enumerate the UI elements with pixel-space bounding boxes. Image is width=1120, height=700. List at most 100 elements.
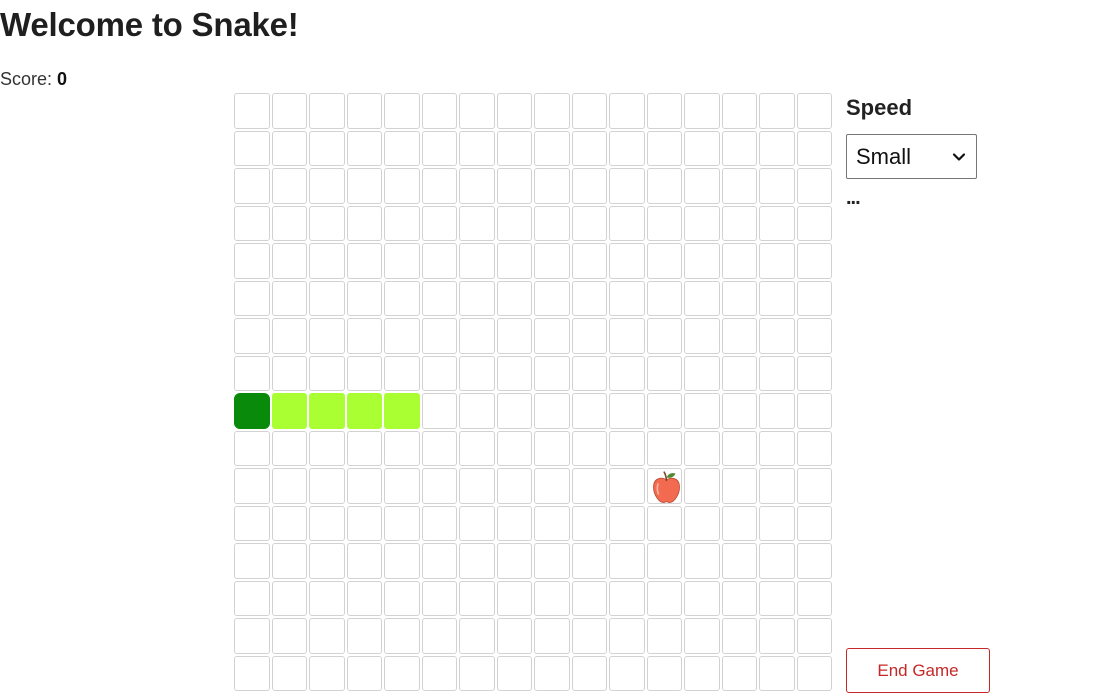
board-cell (571, 543, 607, 579)
board-cell (721, 543, 757, 579)
board-cell (421, 168, 457, 204)
board-cell (571, 280, 607, 316)
board-cell (271, 355, 307, 391)
page-title: Welcome to Snake! (0, 6, 299, 43)
board-cell (759, 505, 795, 541)
board-cell (759, 543, 795, 579)
board-cell (234, 618, 270, 654)
board-cell (421, 505, 457, 541)
board-cell (421, 355, 457, 391)
board-cell (459, 168, 495, 204)
board-cell (271, 505, 307, 541)
board-cell (609, 655, 645, 691)
board-cell (234, 168, 270, 204)
board-cell (796, 280, 832, 316)
board-cell (721, 280, 757, 316)
board-cell (609, 355, 645, 391)
board-cell (309, 243, 345, 279)
board-cell (796, 205, 832, 241)
board-cell (796, 505, 832, 541)
board-cell (234, 505, 270, 541)
board-cell (496, 93, 532, 129)
board-cell (309, 430, 345, 466)
board-cell (384, 280, 420, 316)
board-cell (571, 505, 607, 541)
end-game-button[interactable]: End Game (846, 648, 990, 693)
board-cell (684, 468, 720, 504)
board-cell (684, 93, 720, 129)
board-cell (759, 355, 795, 391)
board-cell (571, 168, 607, 204)
board-cell (759, 318, 795, 354)
board-cell (496, 543, 532, 579)
board-cell (346, 280, 382, 316)
board-cell (684, 618, 720, 654)
board-cell (684, 205, 720, 241)
board-cell (721, 430, 757, 466)
board-cell (271, 280, 307, 316)
board-cell (309, 580, 345, 616)
board-cell (346, 93, 382, 129)
board-cell (309, 130, 345, 166)
board-cell (384, 580, 420, 616)
board-cell (609, 468, 645, 504)
board-cell (721, 393, 757, 429)
board-cell (609, 205, 645, 241)
board-cell (384, 168, 420, 204)
board-cell (234, 543, 270, 579)
board-cell (721, 130, 757, 166)
board-cell (346, 468, 382, 504)
board-cell (684, 318, 720, 354)
board-cell (646, 618, 682, 654)
board-cell (421, 580, 457, 616)
board-cell (271, 93, 307, 129)
board-cell (534, 505, 570, 541)
game-board[interactable] (234, 93, 832, 691)
board-cell (459, 430, 495, 466)
board-cell (571, 618, 607, 654)
board-cell (796, 580, 832, 616)
board-cell (646, 393, 682, 429)
snake-body-segment (346, 393, 382, 429)
board-cell (234, 130, 270, 166)
board-cell (271, 580, 307, 616)
board-cell (496, 130, 532, 166)
board-cell (571, 93, 607, 129)
board-cell (309, 168, 345, 204)
board-cell (534, 393, 570, 429)
board-cell (346, 580, 382, 616)
board-cell (384, 505, 420, 541)
board-cell (496, 655, 532, 691)
board-cell (234, 430, 270, 466)
board-cell (684, 655, 720, 691)
board-cell (796, 168, 832, 204)
score-display: Score: 0 (0, 69, 67, 90)
board-cell (534, 468, 570, 504)
board-cell (459, 93, 495, 129)
board-cell (496, 505, 532, 541)
board-cell (759, 130, 795, 166)
board-cell (796, 543, 832, 579)
board-cell (459, 468, 495, 504)
board-cell (346, 543, 382, 579)
speed-select[interactable]: Small (846, 134, 977, 179)
board-cell (609, 618, 645, 654)
board-cell (534, 655, 570, 691)
board-cell (796, 468, 832, 504)
board-cell (721, 318, 757, 354)
board-cell (234, 205, 270, 241)
board-cell (534, 543, 570, 579)
board-cell (534, 130, 570, 166)
board-cell (609, 168, 645, 204)
apple-cell (646, 468, 682, 504)
board-cell (496, 205, 532, 241)
board-cell (646, 655, 682, 691)
board-cell (571, 655, 607, 691)
board-cell (571, 318, 607, 354)
board-cell (646, 543, 682, 579)
board-cell (571, 355, 607, 391)
board-cell (571, 130, 607, 166)
board-cell (796, 655, 832, 691)
board-cell (721, 580, 757, 616)
board-cell (534, 618, 570, 654)
